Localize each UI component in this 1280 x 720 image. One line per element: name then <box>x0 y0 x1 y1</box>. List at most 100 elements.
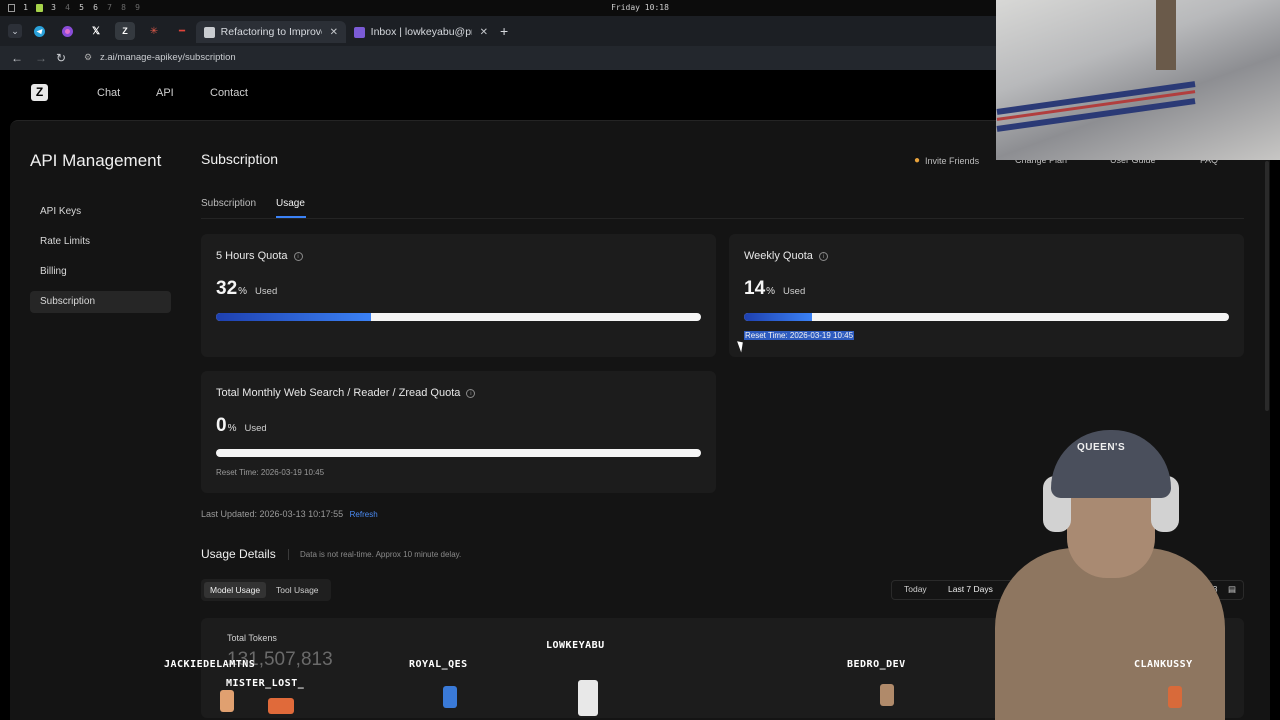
tab-subscription[interactable]: Subscription <box>201 198 256 209</box>
tab-title: Inbox | lowkeyabu@pro <box>370 26 472 38</box>
quota-title-text: Total Monthly Web Search / Reader / Zrea… <box>216 387 461 399</box>
background-post <box>1156 0 1176 70</box>
pinned-tab-red-icon[interactable]: ━ <box>172 22 192 40</box>
sidebar-title: API Management <box>30 151 162 170</box>
quota-title-text: 5 Hours Quota <box>216 250 288 262</box>
total-tokens-label: Total Tokens <box>227 633 277 643</box>
quota-title-text: Weekly Quota <box>744 250 813 262</box>
weekly-percent: 14 % Used <box>744 278 805 300</box>
avatar-sprite-icon <box>220 690 234 712</box>
refresh-link[interactable]: Refresh <box>350 510 378 519</box>
last-updated: Last Updated: 2026-03-13 10:17:55 Refres… <box>201 509 378 519</box>
five-hour-quota-card: 5 Hours Quota i 32 % Used <box>201 234 716 357</box>
new-tab-plus-icon[interactable]: + <box>500 24 508 38</box>
cap-text: QUEEN'S <box>1077 442 1126 453</box>
avatar-sprite-icon <box>268 698 294 714</box>
pinned-tab-x-icon[interactable]: 𝕏 <box>86 22 106 40</box>
monthly-quota-card: Total Monthly Web Search / Reader / Zrea… <box>201 371 716 493</box>
five-hour-quota-title: 5 Hours Quota i <box>216 250 303 262</box>
weekly-quota-card: Weekly Quota i 14 % Used Reset Time: 202… <box>729 234 1244 357</box>
tab-inbox[interactable]: Inbox | lowkeyabu@pro ✕ <box>346 21 496 43</box>
viewer-name: LOWKEYABU <box>546 640 605 651</box>
usage-details-note: Data is not real-time. Approx 10 minute … <box>300 550 462 559</box>
weekly-reset-time: Reset Time: 2026-03-19 10:45 <box>744 331 855 340</box>
nav-api[interactable]: API <box>156 87 174 99</box>
monthly-quota-title: Total Monthly Web Search / Reader / Zrea… <box>216 387 476 399</box>
info-icon[interactable]: i <box>818 251 828 261</box>
nav-contact[interactable]: Contact <box>210 87 248 99</box>
back-arrow-icon[interactable]: ← <box>11 51 23 65</box>
close-tab-icon[interactable]: ✕ <box>480 27 488 38</box>
viewer-name: CLANKUSSY <box>1134 659 1193 670</box>
pinned-tab-spark-icon[interactable]: ✳ <box>144 22 164 40</box>
pinned-tab-telegram-icon[interactable] <box>29 22 49 40</box>
reload-icon[interactable]: ↻ <box>56 51 66 65</box>
progress-fill <box>216 313 372 321</box>
page-title: Subscription <box>201 151 279 167</box>
divider <box>288 549 289 560</box>
calendar-icon[interactable]: ▤ <box>1228 584 1236 595</box>
tab-title: Refactoring to Improve <box>220 26 322 38</box>
avatar-sprite-icon <box>1168 686 1182 708</box>
viewer-name: BEDRO_DEV <box>847 659 906 670</box>
sidebar-item-rate-limits[interactable]: Rate Limits <box>30 231 171 253</box>
cap <box>1051 430 1171 498</box>
usage-details-title: Usage Details <box>201 547 276 561</box>
viewer-name: JACKIEDELAMTNS <box>164 659 256 670</box>
site-info-icon[interactable]: ⚙ <box>84 52 92 63</box>
range-today[interactable]: Today <box>904 584 927 594</box>
five-hour-progress-bar <box>216 313 701 321</box>
viewer-name: ROYAL_QES <box>409 659 468 670</box>
model-usage-button[interactable]: Model Usage <box>204 582 267 598</box>
monthly-percent: 0 % Used <box>216 415 267 437</box>
sidebar-item-api-keys[interactable]: API Keys <box>30 201 171 223</box>
active-tab-indicator <box>276 216 306 218</box>
url-input[interactable]: z.ai/manage-apikey/subscription <box>100 52 236 63</box>
close-tab-icon[interactable]: ✕ <box>330 27 338 38</box>
info-icon[interactable]: i <box>293 251 303 261</box>
scrollbar-thumb[interactable] <box>1265 161 1269 411</box>
info-icon[interactable]: i <box>466 388 476 398</box>
pinned-tab-z-icon[interactable]: Z <box>115 22 135 40</box>
viewer-name: MISTER_LOST_ <box>226 678 305 689</box>
avatar-sprite-icon <box>880 684 894 706</box>
invite-friends-link[interactable]: ● Invite Friends <box>914 155 979 166</box>
document-icon <box>204 26 215 38</box>
monthly-reset-time: Reset Time: 2026-03-19 10:45 <box>216 468 325 477</box>
nav-chat[interactable]: Chat <box>97 87 120 99</box>
tab-usage[interactable]: Usage <box>276 198 305 209</box>
weekly-progress-bar <box>744 313 1229 321</box>
used-label: Used <box>783 286 806 297</box>
avatar-sprite-icon <box>578 680 598 716</box>
percent-unit: % <box>238 286 248 297</box>
tab-refactoring[interactable]: Refactoring to Improve ✕ <box>196 21 346 43</box>
used-label: Used <box>244 423 267 434</box>
tool-usage-button[interactable]: Tool Usage <box>270 582 325 598</box>
tab-divider <box>201 218 1244 219</box>
used-label: Used <box>255 286 278 297</box>
pinned-tab-app-icon[interactable] <box>57 22 77 40</box>
percent-value: 0 <box>216 415 227 436</box>
monthly-progress-bar <box>216 449 701 457</box>
progress-fill <box>744 313 812 321</box>
fabric-stripe <box>996 81 1196 115</box>
webcam-person: QUEEN'S <box>985 428 1225 720</box>
last-updated-text: Last Updated: 2026-03-13 10:17:55 <box>201 509 344 519</box>
percent-value: 14 <box>744 278 766 299</box>
forward-arrow-icon[interactable]: → <box>35 51 47 65</box>
usage-segmented-control: Model Usage Tool Usage <box>201 579 331 601</box>
mail-icon <box>354 26 365 38</box>
percent-value: 32 <box>216 278 238 299</box>
percent-unit: % <box>766 286 776 297</box>
sidebar-item-subscription[interactable]: Subscription <box>30 291 171 313</box>
percent-unit: % <box>227 423 237 434</box>
tab-list-chevron-icon[interactable]: ⌄ <box>8 24 22 38</box>
weekly-quota-title: Weekly Quota i <box>744 250 828 262</box>
five-hour-percent: 32 % Used <box>216 278 277 300</box>
sidebar-item-billing[interactable]: Billing <box>30 261 171 283</box>
invite-friends-label: Invite Friends <box>925 155 980 166</box>
scrollbar[interactable] <box>1264 121 1270 411</box>
money-bag-icon: ● <box>914 155 921 166</box>
z-logo-icon[interactable]: Z <box>31 84 48 101</box>
avatar-sprite-icon <box>443 686 457 708</box>
